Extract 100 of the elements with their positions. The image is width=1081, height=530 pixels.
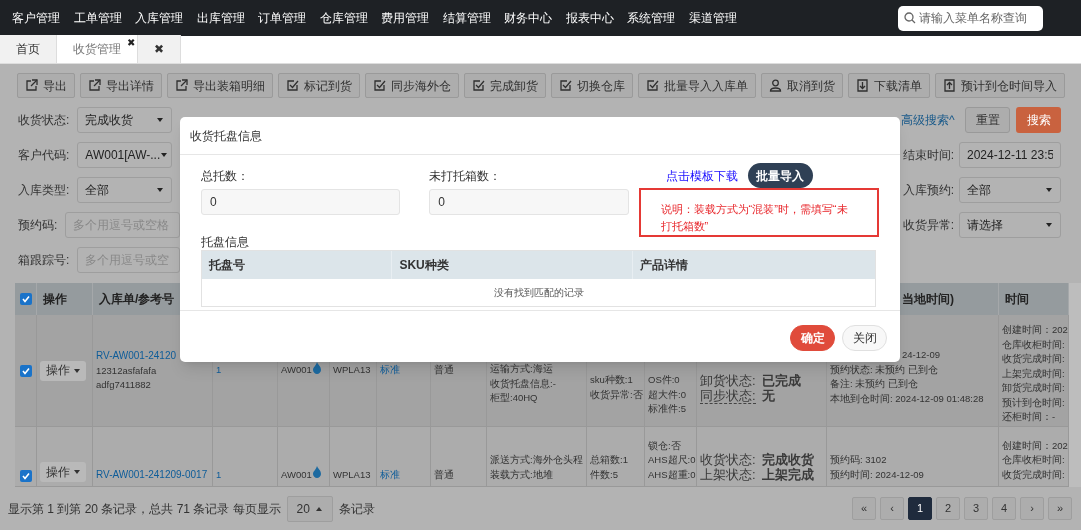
select-field[interactable]: 请选择	[959, 212, 1061, 238]
action-dropdown-button[interactable]: 操作	[40, 462, 86, 482]
status-value: 完成收货	[761, 452, 814, 467]
cell-line: AHS超尺:0	[648, 453, 693, 467]
nav-menu-item[interactable]: 报表中心	[565, 9, 614, 27]
filter-label: 客户代码:	[18, 147, 70, 164]
dialog-title: 收货托盘信息	[190, 127, 262, 145]
scrollbar[interactable]	[1069, 283, 1081, 487]
page-button[interactable]: ›	[1020, 497, 1044, 520]
select-field[interactable]: 全部	[959, 177, 1061, 203]
batch-import-button[interactable]: 批量导入	[747, 163, 813, 188]
toolbar-button[interactable]: 预计到仓时间导入	[935, 73, 1065, 98]
close-icon[interactable]: ✖	[127, 35, 135, 50]
caret-icon	[1045, 187, 1053, 193]
column-header: 入库单/参考号	[99, 291, 175, 308]
toolbar-button[interactable]: 取消到货	[761, 73, 843, 98]
reference-number: adfg7411882	[96, 378, 152, 392]
search-icon	[904, 12, 916, 24]
nav-menu-item[interactable]: 工单管理	[73, 9, 122, 27]
page-button[interactable]: ‹	[880, 497, 904, 520]
column-header: SKU种类	[399, 257, 449, 274]
status-value: 无	[761, 388, 775, 404]
advanced-search-link[interactable]: 高级搜索^	[901, 111, 955, 129]
toolbar-button[interactable]: 导出详情	[80, 73, 162, 98]
checkmark-icon	[20, 365, 31, 376]
confirm-button[interactable]: 确定	[790, 325, 835, 351]
search-button[interactable]: 搜索	[1016, 107, 1061, 133]
pagination-suffix: 条记录	[338, 500, 375, 518]
template-download-link[interactable]: 点击模板下载	[665, 166, 738, 185]
user-icon	[769, 79, 782, 92]
toolbar-button[interactable]: 下载清单	[848, 73, 930, 98]
export-icon	[88, 79, 101, 92]
nav-menu-item[interactable]: 订单管理	[258, 9, 307, 27]
toolbar-button[interactable]: 导出装箱明细	[167, 73, 273, 98]
caret-icon	[160, 152, 169, 158]
toolbar-button[interactable]: 标记到货	[278, 73, 360, 98]
filter-label: 入库类型:	[18, 182, 70, 199]
nav-menu-item[interactable]: 出库管理	[196, 9, 245, 27]
cell-line: 标准件:5	[648, 402, 687, 416]
toolbar-button[interactable]: 完成卸货	[464, 73, 546, 98]
checkbox-icon	[472, 79, 485, 92]
tab[interactable]: 首页	[0, 35, 57, 63]
download-icon	[856, 79, 869, 92]
checkbox[interactable]	[19, 470, 32, 482]
table-cell-text: 普通	[434, 467, 455, 482]
select-field[interactable]: 全部	[77, 177, 173, 203]
nav-menu-item[interactable]: 结算管理	[442, 9, 491, 27]
table-cell-text: WPLA13	[333, 363, 372, 378]
action-dropdown-button[interactable]: 操作	[40, 360, 86, 381]
filter-label: 结束时间:	[902, 147, 954, 164]
cell-line: 预约码: 3102	[830, 453, 888, 467]
close-button[interactable]: 关闭	[842, 325, 887, 351]
caret-icon	[314, 505, 323, 512]
time-line: 还柜时间：-	[1002, 410, 1057, 424]
nav-menu-item[interactable]: 财务中心	[504, 9, 553, 27]
page-button[interactable]: 1	[908, 497, 932, 520]
toolbar-button[interactable]: 导出	[17, 73, 75, 98]
cell-line: 派送方式:海外仓头程	[490, 453, 583, 467]
time-line: 仓库收柜时间:	[1002, 453, 1065, 467]
input-field[interactable]: 2024-12-11 23:5	[959, 142, 1061, 168]
tab[interactable]: ✖	[138, 35, 181, 63]
nav-menu-item[interactable]: 客户管理	[12, 9, 61, 27]
number-input[interactable]: 0	[201, 189, 401, 215]
page-button[interactable]: 2	[936, 497, 960, 520]
nav-menu-item[interactable]: 渠道管理	[688, 9, 737, 27]
caret-icon	[1045, 222, 1053, 228]
nav-menu-item[interactable]: 系统管理	[627, 9, 676, 27]
cell-line: 运输方式:海运	[490, 362, 554, 376]
toolbar-button[interactable]: 批量导入入库单	[638, 73, 756, 98]
page-button[interactable]: 3	[964, 497, 988, 520]
reset-button[interactable]: 重置	[965, 107, 1010, 133]
status-label: 卸货状态:	[700, 373, 756, 388]
select-field[interactable]: 完成收货	[77, 107, 173, 133]
page-button[interactable]: 4	[992, 497, 1016, 520]
page-size-select[interactable]: 20	[286, 495, 333, 522]
status-label: 收货状态:	[700, 452, 756, 467]
number-input[interactable]: 0	[429, 189, 629, 215]
checkbox[interactable]	[19, 364, 32, 377]
page-button[interactable]: »	[1048, 497, 1072, 520]
checkbox-icon	[373, 79, 386, 92]
cell-line: 24-12-09	[901, 348, 942, 362]
filter-label: 箱跟踪号:	[18, 252, 70, 269]
cell-line: 预约时间: 2024-12-09	[830, 467, 925, 482]
cell-line: 收货异常:否	[590, 387, 641, 402]
cell-line: 预约状态: 未预约 已到仓	[830, 362, 939, 377]
checkmark-icon	[20, 471, 31, 481]
menu-search-field[interactable]: 请输入菜单名称查询	[898, 5, 1043, 31]
checkbox[interactable]	[19, 293, 32, 305]
page-button[interactable]: «	[852, 497, 876, 520]
filter-label: 收货状态:	[18, 112, 70, 129]
toolbar-button[interactable]: 同步海外仓	[365, 73, 459, 98]
toolbar-button[interactable]: 切换仓库	[551, 73, 633, 98]
nav-menu-item[interactable]: 仓库管理	[319, 9, 368, 27]
nav-menu-item[interactable]: 费用管理	[381, 9, 430, 27]
tab[interactable]: 收货管理 ✖	[57, 35, 138, 63]
cell-line: 超大件:0	[648, 387, 687, 402]
select-field[interactable]: AW001[AW-...	[77, 142, 173, 168]
cell-line: sku种数:1	[590, 373, 634, 387]
nav-menu-item[interactable]: 入库管理	[135, 9, 184, 27]
customer-code: AW001	[281, 363, 312, 378]
